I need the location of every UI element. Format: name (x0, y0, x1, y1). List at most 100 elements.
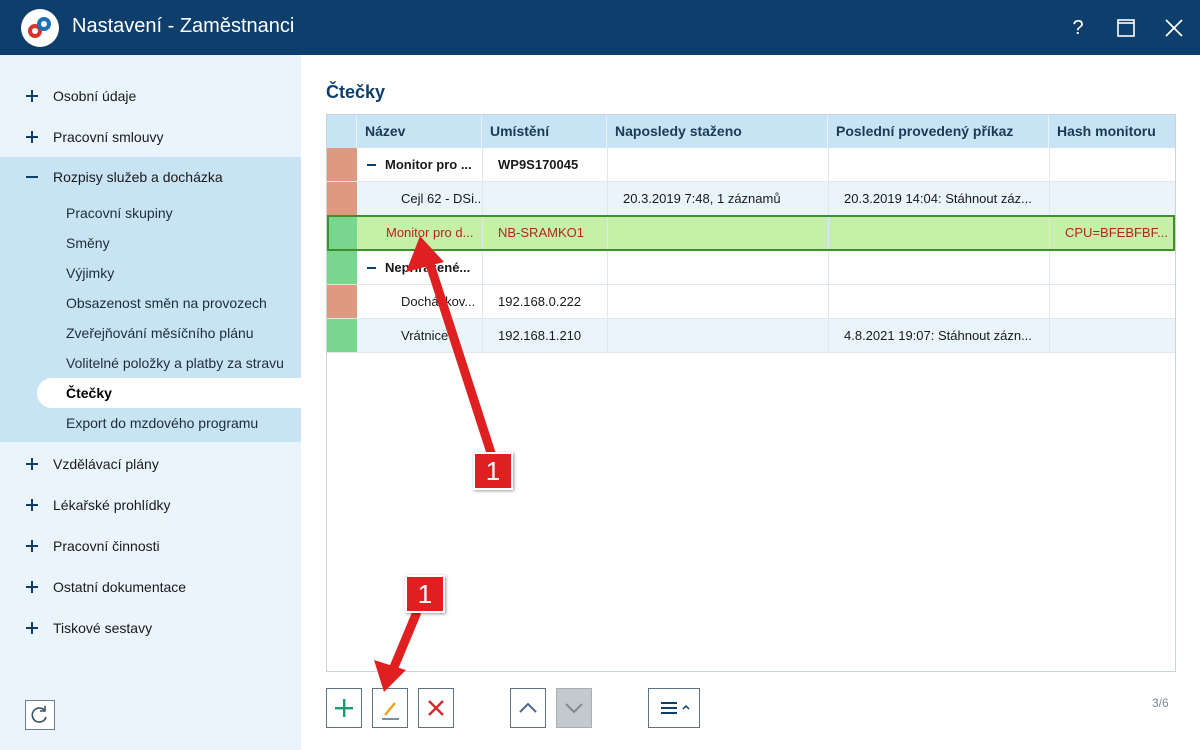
close-icon[interactable] (1155, 9, 1193, 47)
plus-icon (26, 131, 38, 143)
status-indicator (327, 182, 357, 215)
sidebar-item-label: Pracovní činnosti (53, 538, 160, 554)
move-up-button[interactable] (510, 688, 546, 728)
delete-button[interactable] (418, 688, 454, 728)
status-indicator (327, 251, 357, 284)
sidebar-group-schedules: Rozpisy služeb a docházka Pracovní skupi… (0, 157, 301, 442)
table-row[interactable]: Monitor pro ... WP9S170045 (327, 148, 1175, 182)
table-row[interactable]: Docházkov... 192.168.0.222 (327, 285, 1175, 319)
chevron-up-icon (519, 702, 537, 713)
column-header-hash[interactable]: Hash monitoru (1049, 115, 1175, 148)
sidebar-item-other-docs[interactable]: Ostatní dokumentace (0, 567, 301, 608)
column-header-last-download[interactable]: Naposledy staženo (607, 115, 828, 148)
status-indicator (327, 319, 357, 352)
cell-name: Docházkov... (401, 294, 476, 309)
sidebar-item-label: Ostatní dokumentace (53, 579, 187, 595)
table-row[interactable]: Nepřiřazené... (327, 251, 1175, 285)
sidebar-subitem-readers[interactable]: Čtečky (37, 378, 301, 408)
table-row[interactable]: Cejl 62 - DSi... 20.3.2019 7:48, 1 zázna… (327, 182, 1175, 216)
sidebar-subitem-label: Čtečky (66, 385, 112, 401)
column-header-indicator (327, 115, 357, 148)
sidebar-subitem-label: Export do mzdového programu (66, 415, 259, 431)
minus-icon (26, 176, 38, 178)
status-indicator (327, 148, 357, 181)
sidebar: Osobní údaje Pracovní smlouvy Rozpisy sl… (0, 55, 301, 750)
cell-location: WP9S170045 (498, 157, 579, 172)
sidebar-item-label: Vzdělávací plány (53, 456, 159, 472)
column-header-name[interactable]: Název (357, 115, 482, 148)
sidebar-subitem-shift-coverage[interactable]: Obsazenost směn na provozech (0, 288, 301, 318)
cell-last-download: 20.3.2019 7:48, 1 záznamů (623, 191, 781, 206)
collapse-icon[interactable] (367, 163, 377, 167)
sidebar-subitem-work-groups[interactable]: Pracovní skupiny (0, 198, 301, 228)
plus-icon (335, 699, 353, 717)
add-button[interactable] (326, 688, 362, 728)
cell-last-command: 20.3.2019 14:04: Stáhnout záz... (844, 191, 1032, 206)
sidebar-item-education[interactable]: Vzdělávací plány (0, 444, 301, 485)
sidebar-item-work-activities[interactable]: Pracovní činnosti (0, 526, 301, 567)
cell-hash: CPU=BFEBFBF... (1065, 225, 1168, 240)
sidebar-item-label: Osobní údaje (53, 88, 137, 104)
sidebar-subitem-label: Směny (66, 235, 110, 251)
sidebar-subitem-label: Zveřejňování měsíčního plánu (66, 325, 254, 341)
sidebar-item-print-reports[interactable]: Tiskové sestavy (0, 608, 301, 649)
plus-icon (26, 458, 38, 470)
sidebar-item-personal-data[interactable]: Osobní údaje (0, 76, 301, 117)
chevron-down-icon (565, 703, 583, 714)
status-indicator (327, 285, 357, 318)
sidebar-item-label: Pracovní smlouvy (53, 129, 164, 145)
plus-icon (26, 90, 38, 102)
move-down-button[interactable] (556, 688, 592, 728)
edit-button[interactable] (372, 688, 408, 728)
annotation-badge: 1 (473, 452, 513, 490)
column-header-label: Poslední provedený příkaz (836, 123, 1014, 139)
refresh-button[interactable] (25, 700, 55, 730)
readers-table: Název Umístění Naposledy staženo Posledn… (326, 114, 1176, 672)
sidebar-subitem-label: Obsazenost směn na provozech (66, 295, 267, 311)
title-bar: Nastavení - Zaměstnanci ? (0, 0, 1200, 55)
sidebar-subitem-meal-items[interactable]: Volitelné položky a platby za stravu (0, 348, 301, 378)
plus-icon (26, 622, 38, 634)
sidebar-subitem-plan-publishing[interactable]: Zveřejňování měsíčního plánu (0, 318, 301, 348)
cell-name: Nepřiřazené... (385, 260, 471, 275)
sidebar-subitem-exceptions[interactable]: Výjimky (0, 258, 301, 288)
plus-icon (26, 581, 38, 593)
close-icon (428, 700, 444, 716)
page-counter: 3/6 (1152, 696, 1169, 710)
sidebar-subitem-shifts[interactable]: Směny (0, 228, 301, 258)
more-menu-button[interactable] (648, 688, 700, 728)
pencil-icon (382, 702, 399, 720)
sidebar-item-label: Tiskové sestavy (53, 620, 153, 636)
cell-last-command: 4.8.2021 19:07: Stáhnout zázn... (844, 328, 1032, 343)
cell-location: 192.168.1.210 (498, 328, 582, 343)
refresh-icon (31, 706, 47, 723)
sidebar-item-medical[interactable]: Lékařské prohlídky (0, 485, 301, 526)
maximize-icon[interactable] (1107, 9, 1145, 47)
column-header-last-command[interactable]: Poslední provedený příkaz (828, 115, 1049, 148)
sidebar-subitem-label: Volitelné položky a platby za stravu (66, 355, 284, 371)
column-header-label: Naposledy staženo (615, 123, 742, 139)
cell-location: 192.168.0.222 (498, 294, 582, 309)
menu-icon (661, 702, 690, 714)
column-header-label: Název (365, 123, 406, 139)
cell-location: NB-SRAMKO1 (498, 225, 584, 240)
window-title: Nastavení - Zaměstnanci (72, 15, 295, 37)
column-header-label: Hash monitoru (1057, 123, 1156, 139)
sidebar-subitem-label: Výjimky (66, 265, 115, 281)
sidebar-subitem-payroll-export[interactable]: Export do mzdového programu (0, 408, 301, 438)
sidebar-item-schedules[interactable]: Rozpisy služeb a docházka (0, 157, 301, 198)
table-row-selected[interactable]: Monitor pro d... NB-SRAMKO1 CPU=BFEBFBF.… (327, 215, 1175, 251)
cell-name: Cejl 62 - DSi... (401, 191, 481, 206)
collapse-icon[interactable] (367, 266, 377, 270)
status-indicator (329, 217, 357, 249)
plus-icon (26, 499, 38, 511)
plus-icon (26, 540, 38, 552)
annotation-badge: 1 (405, 575, 445, 613)
column-header-location[interactable]: Umístění (482, 115, 607, 148)
table-row[interactable]: Vrátnice 192.168.1.210 4.8.2021 19:07: S… (327, 319, 1175, 353)
help-button[interactable]: ? (1059, 9, 1097, 47)
sidebar-item-contracts[interactable]: Pracovní smlouvy (0, 117, 301, 158)
cell-name: Monitor pro ... (385, 157, 472, 172)
column-header-label: Umístění (490, 123, 550, 139)
sidebar-item-label: Lékařské prohlídky (53, 497, 171, 513)
